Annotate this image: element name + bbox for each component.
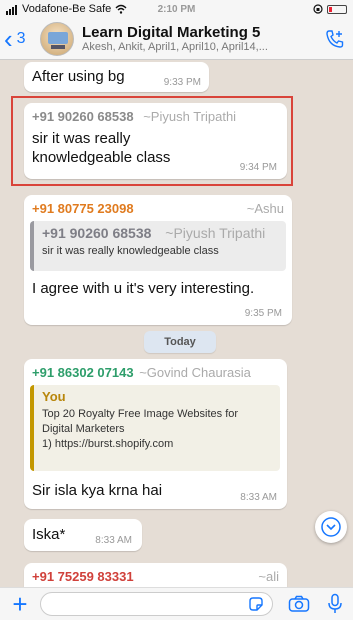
message-time: 8:33 AM [240, 492, 277, 503]
sender-alias: ~Piyush Tripathi [143, 109, 237, 124]
message-sender: +91 75259 83331 ~ali [32, 569, 279, 584]
message-text: sir it was really knowledgeable class [32, 130, 171, 166]
sender-alias: ~ali [258, 569, 279, 584]
group-info[interactable]: Learn Digital Marketing 5 Akesh, Ankit, … [82, 24, 317, 53]
status-time: 2:10 PM [157, 3, 196, 15]
add-call-button[interactable] [317, 28, 353, 50]
back-button[interactable]: ‹ 3 [0, 23, 40, 54]
message-time: 8:33 AM [95, 535, 132, 546]
quoted-sender: You [42, 389, 66, 404]
message-time: 9:35 PM [244, 308, 282, 319]
message-input[interactable] [40, 592, 273, 616]
message-sender: +91 90260 68538 ~Piyush Tripathi [32, 109, 236, 124]
chat-header: ‹ 3 Learn Digital Marketing 5 Akesh, Ank… [0, 18, 353, 60]
quoted-line: Top 20 Royalty Free Image Websites for [42, 408, 239, 420]
message-bubble[interactable]: Iska* 8:33 AM [24, 519, 142, 551]
quoted-message[interactable]: +91 90260 68538 ~Piyush Tripathi sir it … [30, 221, 286, 271]
message-time: 9:34 PM [239, 162, 277, 173]
scroll-down-button[interactable] [315, 511, 347, 543]
message-bubble[interactable]: +91 80775 23098 ~Ashu +91 90260 68538 ~P… [24, 195, 292, 325]
quoted-line: Digital Marketers [42, 423, 125, 435]
status-bar: Vodafone-Be Safe 2:10 PM [0, 0, 353, 18]
message-text: I agree with u it's very interesting. [32, 280, 255, 297]
unread-count: 3 [16, 29, 26, 47]
phone-plus-icon [326, 29, 344, 48]
message-text: Sir isla kya krna hai [32, 482, 163, 499]
quoted-number: +91 90260 68538 [42, 225, 152, 241]
sender-number: +91 90260 68538 [32, 109, 134, 124]
quoted-link: 1) https://burst.shopify.com [42, 438, 174, 450]
message-bubble[interactable]: +91 86302 07143 ~Govind Chaurasia You To… [24, 359, 287, 509]
input-bar: + [0, 587, 353, 620]
group-name: Learn Digital Marketing 5 [82, 24, 261, 41]
message-bubble[interactable]: +91 75259 83331 ~ali [24, 563, 287, 587]
quoted-alias: ~Piyush Tripathi [165, 225, 266, 241]
message-time: 9:33 PM [163, 77, 201, 88]
sender-alias: ~Ashu [246, 201, 284, 216]
group-members: Akesh, Ankit, April1, April10, April14,.… [82, 41, 268, 53]
quoted-text: sir it was really knowledgeable class [42, 245, 219, 257]
quoted-text: Top 20 Royalty Free Image Websites for D… [42, 407, 272, 452]
microphone-icon [328, 593, 342, 613]
message-sender: +91 80775 23098 ~Ashu [32, 201, 284, 216]
message-text: After using bg [32, 68, 125, 85]
date-separator: Today [144, 331, 216, 353]
sender-number: +91 80775 23098 [32, 201, 134, 216]
sender-number: +91 86302 07143 [32, 365, 134, 380]
message-sender: +91 86302 07143 ~Govind Chaurasia [32, 365, 251, 380]
attach-button[interactable]: + [0, 591, 40, 617]
quoted-message[interactable]: You Top 20 Royalty Free Image Websites f… [30, 385, 280, 471]
camera-icon [288, 595, 310, 612]
sender-alias: ~Govind Chaurasia [139, 365, 251, 380]
microphone-button[interactable] [317, 593, 353, 615]
chevron-down-icon [321, 517, 341, 537]
sender-number: +91 75259 83331 [32, 569, 134, 584]
camera-button[interactable] [281, 595, 317, 613]
message-text: Iska* [32, 526, 66, 543]
message-bubble[interactable]: After using bg 9:33 PM [24, 62, 209, 92]
quoted-sender: +91 90260 68538 ~Piyush Tripathi [42, 225, 278, 241]
plus-icon: + [12, 589, 28, 619]
chevron-left-icon: ‹ [4, 23, 13, 54]
sticker-icon[interactable] [248, 596, 264, 612]
chat-area[interactable]: After using bg 9:33 PM +91 90260 68538 ~… [0, 61, 353, 587]
group-avatar[interactable] [40, 21, 74, 56]
battery-icon [327, 4, 347, 14]
message-bubble[interactable]: +91 90260 68538 ~Piyush Tripathi sir it … [24, 103, 287, 179]
